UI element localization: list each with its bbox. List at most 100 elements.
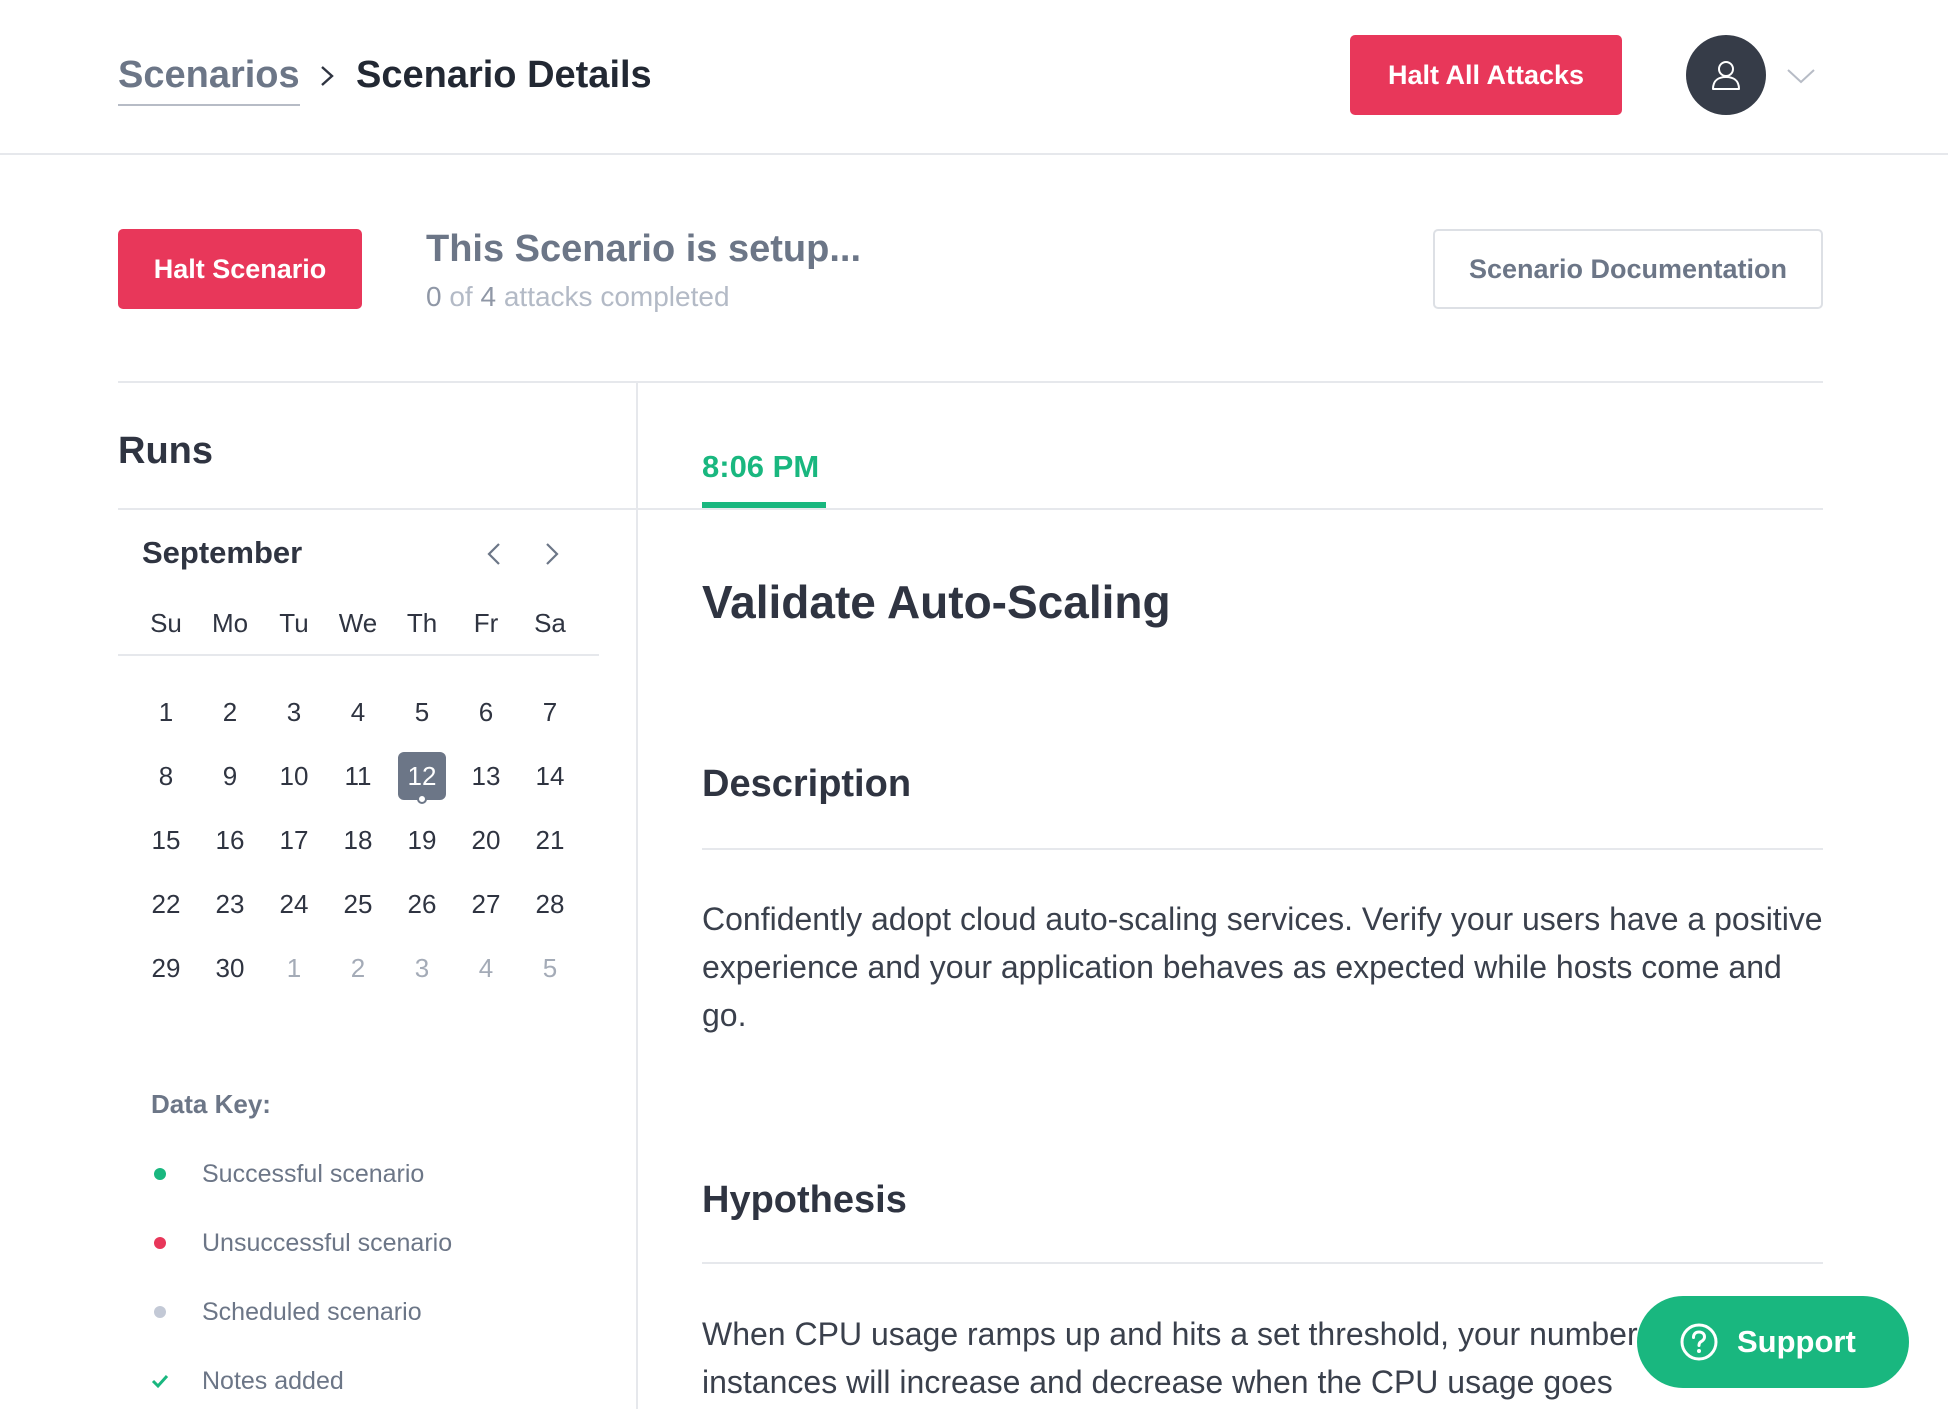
calendar-day-number: 14	[535, 760, 565, 791]
calendar-day[interactable]: 9	[198, 744, 262, 808]
data-key-label: Notes added	[202, 1367, 344, 1395]
weekday-label: Tu	[279, 608, 309, 638]
calendar-day-number: 1	[158, 696, 174, 727]
calendar-day[interactable]: 25	[326, 872, 390, 936]
divider	[118, 381, 1823, 383]
calendar-day[interactable]: 14	[518, 744, 582, 808]
calendar-day[interactable]: 7	[518, 680, 582, 744]
calendar-day[interactable]: 19	[390, 808, 454, 872]
chevron-down-icon[interactable]	[1786, 65, 1816, 87]
attacks-of-text: of	[441, 281, 481, 312]
calendar-day-number: 7	[542, 696, 558, 727]
calendar-month: September	[142, 535, 303, 570]
divider	[702, 1262, 1823, 1264]
calendar-day[interactable]: 15	[134, 808, 198, 872]
calendar-day[interactable]: 29	[134, 936, 198, 1000]
calendar-day[interactable]: 26	[390, 872, 454, 936]
halt-scenario-button[interactable]: Halt Scenario	[118, 229, 362, 309]
calendar-day[interactable]: 11	[326, 744, 390, 808]
calendar-day-number: 1	[286, 952, 302, 983]
calendar-day[interactable]: 13	[454, 744, 518, 808]
chevron-left-icon[interactable]	[482, 540, 506, 568]
description-title: Description	[702, 763, 912, 805]
calendar-day[interactable]: 28	[518, 872, 582, 936]
attacks-completed-count: 0	[426, 281, 442, 312]
status-dot-icon	[154, 1306, 166, 1318]
calendar-day[interactable]: 10	[262, 744, 326, 808]
calendar-day[interactable]: 2	[198, 680, 262, 744]
breadcrumb-scenarios-link[interactable]: Scenarios	[118, 52, 300, 106]
support-button[interactable]: Support	[1637, 1296, 1909, 1388]
calendar-day-number: 28	[535, 888, 565, 919]
divider	[702, 848, 1823, 850]
calendar-day-number: 23	[215, 888, 245, 919]
vertical-divider	[636, 383, 638, 1409]
scenario-documentation-button[interactable]: Scenario Documentation	[1433, 229, 1823, 309]
tab-run-time[interactable]: 8:06 PM	[702, 447, 819, 487]
calendar-day[interactable]: 16	[198, 808, 262, 872]
calendar-day[interactable]: 21	[518, 808, 582, 872]
calendar-day[interactable]: 3	[262, 680, 326, 744]
calendar-day[interactable]: 1	[262, 936, 326, 1000]
calendar-day[interactable]: 8	[134, 744, 198, 808]
calendar-day[interactable]: 24	[262, 872, 326, 936]
attacks-suffix-text: attacks completed	[496, 281, 730, 312]
weekday-label: Mo	[211, 608, 249, 638]
calendar-day-selected[interactable]: 12	[390, 744, 454, 808]
top-bar: Scenarios Scenario Details Halt All Atta…	[0, 0, 1948, 155]
calendar-weekday-header: Su Mo Tu We Th Fr Sa	[134, 606, 582, 640]
calendar-day[interactable]: 5	[518, 936, 582, 1000]
calendar-day[interactable]: 5	[390, 680, 454, 744]
weekday-label: Fr	[473, 608, 499, 638]
calendar-day-number: 22	[151, 888, 181, 919]
calendar-day[interactable]: 4	[454, 936, 518, 1000]
calendar-day-number: 2	[350, 952, 366, 983]
runs-title: Runs	[118, 430, 213, 472]
data-key-title: Data Key:	[151, 1089, 271, 1119]
data-key-item: Successful scenario	[151, 1157, 424, 1191]
weekday-label: We	[338, 608, 378, 638]
calendar-day[interactable]: 18	[326, 808, 390, 872]
help-icon	[1680, 1323, 1718, 1361]
attacks-progress-text: 0 of 4 attacks completed	[426, 280, 730, 314]
calendar-day-number: 27	[471, 888, 501, 919]
hypothesis-title: Hypothesis	[702, 1179, 907, 1221]
user-icon	[1712, 61, 1740, 90]
divider	[118, 654, 599, 656]
calendar-day[interactable]: 17	[262, 808, 326, 872]
calendar-day[interactable]: 3	[390, 936, 454, 1000]
calendar-day-number: 10	[279, 760, 309, 791]
description-text: Confidently adopt cloud auto-scaling ser…	[702, 901, 1823, 1033]
scenario-status-title: This Scenario is setup...	[426, 228, 862, 270]
calendar-day[interactable]: 23	[198, 872, 262, 936]
calendar-day-number: 4	[478, 952, 494, 983]
calendar-day[interactable]: 1	[134, 680, 198, 744]
check-icon	[151, 1374, 169, 1389]
calendar-day[interactable]: 27	[454, 872, 518, 936]
weekday-label: Th	[406, 608, 438, 638]
chevron-right-icon	[321, 66, 334, 86]
calendar-day-number: 29	[151, 952, 181, 983]
calendar-day[interactable]: 2	[326, 936, 390, 1000]
calendar-day-number: 11	[344, 760, 372, 791]
halt-all-attacks-button[interactable]: Halt All Attacks	[1350, 35, 1622, 115]
calendar-day[interactable]: 6	[454, 680, 518, 744]
calendar-day-number: 3	[286, 696, 302, 727]
calendar-day[interactable]: 20	[454, 808, 518, 872]
calendar-day-number: 13	[471, 760, 501, 791]
calendar-day-number: 26	[407, 888, 437, 919]
calendar-day-number: 12	[398, 752, 446, 800]
data-key-label: Unsuccessful scenario	[202, 1229, 453, 1257]
divider	[638, 508, 1823, 510]
calendar-day-number: 19	[407, 824, 437, 855]
chevron-right-icon[interactable]	[540, 540, 564, 568]
calendar-day[interactable]: 22	[134, 872, 198, 936]
scenario-name: Validate Auto-Scaling	[702, 576, 1171, 628]
data-key-item: Notes added	[151, 1364, 344, 1398]
calendar-day[interactable]: 4	[326, 680, 390, 744]
page-title: Scenario Details	[356, 54, 652, 96]
avatar[interactable]	[1686, 35, 1766, 115]
divider	[118, 508, 636, 510]
calendar-day[interactable]: 30	[198, 936, 262, 1000]
status-dot-icon	[154, 1168, 166, 1180]
